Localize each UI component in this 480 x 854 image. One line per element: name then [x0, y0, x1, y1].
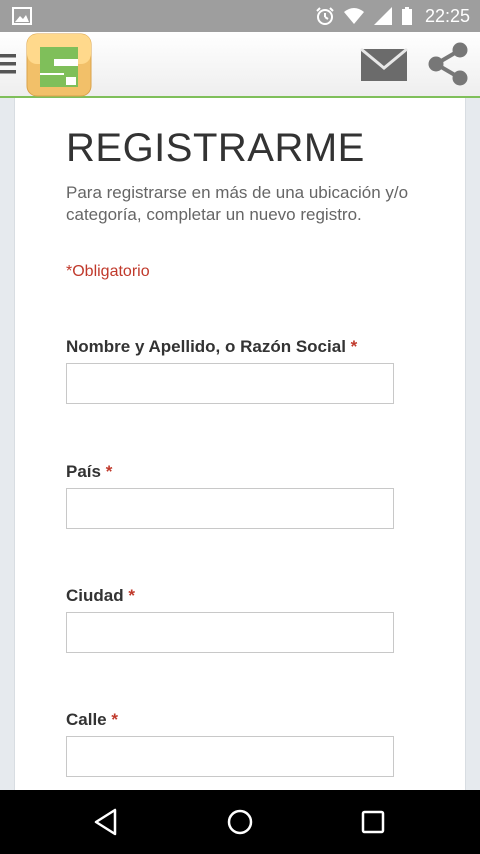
- app-logo[interactable]: [26, 33, 92, 97]
- required-star: *: [350, 337, 358, 356]
- form-subtitle: Para registrarse en más de una ubicación…: [66, 183, 409, 224]
- field-label-calle: Calle *: [66, 710, 118, 730]
- image-notification-icon: [12, 7, 32, 25]
- field-label-text: País: [66, 462, 101, 481]
- home-icon[interactable]: [224, 806, 256, 838]
- menu-icon[interactable]: [0, 52, 18, 76]
- share-icon[interactable]: [424, 40, 472, 88]
- signal-icon: [373, 7, 392, 25]
- field-label-text: Ciudad: [66, 586, 124, 605]
- required-note: *Obligatorio: [66, 263, 150, 280]
- ciudad-input[interactable]: [66, 612, 394, 653]
- required-star: *: [128, 586, 135, 605]
- battery-icon: [401, 7, 412, 25]
- field-label-text: Nombre y Apellido, o Razón Social: [66, 337, 346, 356]
- field-label-text: Calle: [66, 710, 107, 729]
- calle-input[interactable]: [66, 736, 394, 777]
- back-icon[interactable]: [91, 806, 123, 838]
- recents-icon[interactable]: [357, 806, 389, 838]
- required-star: *: [111, 710, 118, 729]
- page-title: REGISTRARME: [66, 126, 365, 170]
- status-bar: 22:25: [0, 0, 480, 32]
- pais-input[interactable]: [66, 488, 394, 529]
- status-time: 22:25: [424, 5, 470, 26]
- nombre-input[interactable]: [66, 363, 394, 404]
- alarm-icon: [316, 7, 334, 25]
- navigation-bar: [0, 790, 480, 854]
- field-label-ciudad: Ciudad *: [66, 586, 135, 606]
- required-star: *: [105, 462, 113, 481]
- field-label-pais: País *: [66, 462, 112, 482]
- field-label-nombre: Nombre y Apellido, o Razón Social *: [66, 337, 357, 357]
- wifi-icon: [343, 8, 364, 24]
- app-bar: [0, 32, 480, 98]
- mail-icon[interactable]: [360, 48, 408, 82]
